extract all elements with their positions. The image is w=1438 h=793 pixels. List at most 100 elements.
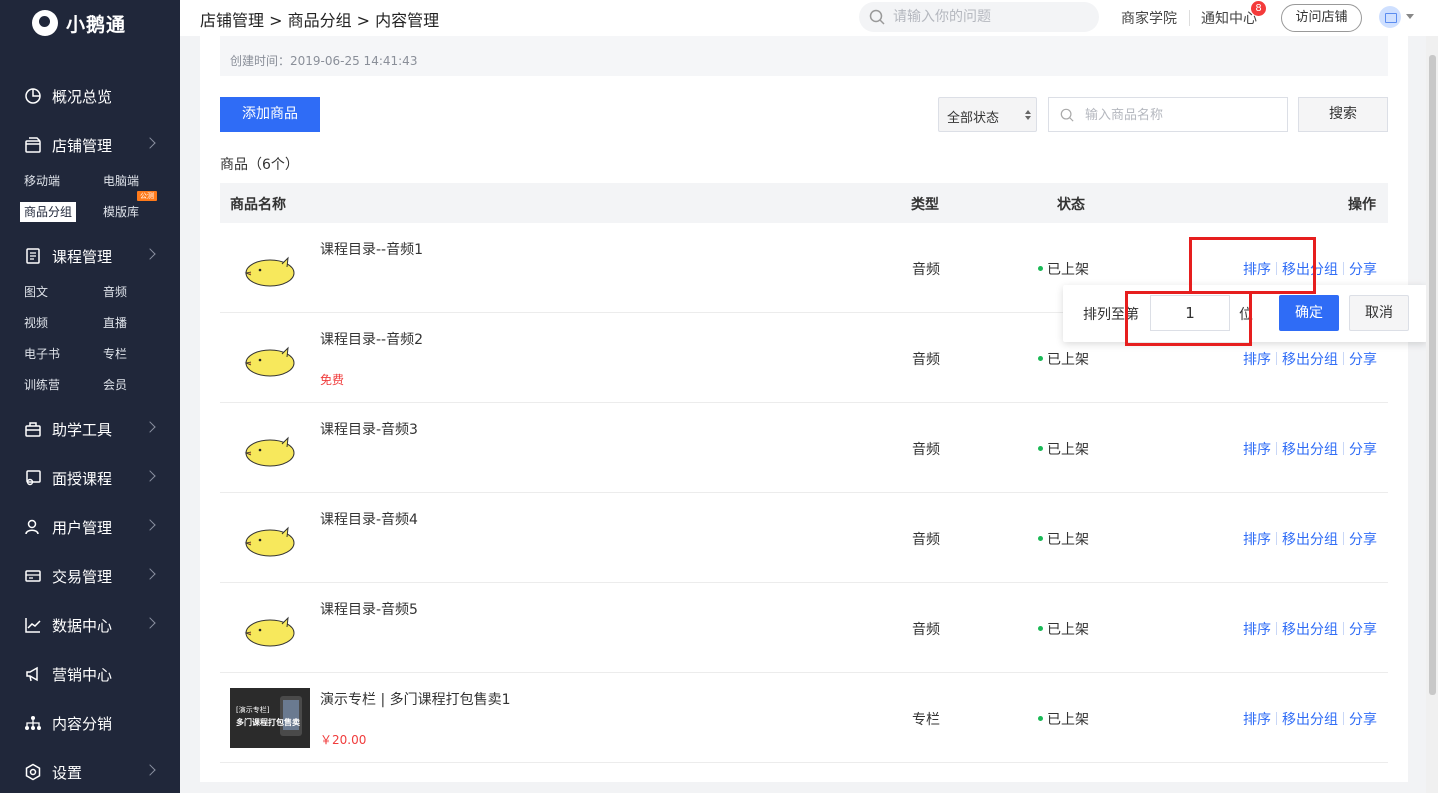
cancel-button[interactable]: 取消: [1349, 295, 1409, 331]
sidebar-item-overview[interactable]: 概况总览: [0, 81, 180, 111]
sort-link[interactable]: 排序: [1243, 532, 1271, 548]
sort-position-unit: 位: [1239, 307, 1253, 323]
share-link[interactable]: 分享: [1349, 532, 1377, 548]
move-out-group-link[interactable]: 移出分组: [1282, 622, 1338, 638]
chick-thumbnail[interactable]: [230, 238, 310, 298]
add-product-button[interactable]: 添加商品: [220, 97, 320, 132]
share-link[interactable]: 分享: [1349, 352, 1377, 368]
merchant-academy-link[interactable]: 商家学院: [1121, 8, 1177, 28]
table-row: 课程目录-音频4 音频 已上架 排序 移出分组 分享: [220, 493, 1388, 583]
sidebar-item-marketing[interactable]: 营销中心: [0, 659, 180, 689]
scrollbar-thumb[interactable]: [1429, 55, 1436, 695]
avatar[interactable]: [1379, 6, 1401, 28]
chick-thumbnail[interactable]: [230, 508, 310, 568]
sidebar-item-label: 概况总览: [52, 88, 113, 106]
sidebar-subitem[interactable]: 商品分组: [20, 202, 77, 222]
sort-link[interactable]: 排序: [1243, 262, 1271, 278]
product-name[interactable]: 演示专栏 | 多门课程打包售卖1: [320, 689, 511, 709]
sidebar-item-label: 设置: [52, 764, 83, 782]
search-button[interactable]: 搜索: [1298, 97, 1388, 132]
sidebar-subitem[interactable]: 音频: [103, 282, 127, 302]
move-out-group-link[interactable]: 移出分组: [1282, 532, 1338, 548]
chick-thumbnail[interactable]: [230, 598, 310, 658]
sidebar-item-tools[interactable]: 助学工具: [0, 414, 180, 444]
sidebar-item-course[interactable]: 课程管理: [0, 241, 180, 271]
chevron-right-icon: [144, 519, 156, 531]
product-type: 音频: [912, 352, 940, 368]
status-badge: 已上架: [1038, 349, 1089, 369]
notification-center-link[interactable]: 通知中心: [1201, 8, 1257, 28]
column-cover-image[interactable]: [演示专栏] 多门课程打包售卖: [230, 688, 310, 748]
sidebar-subitem[interactable]: 电子书: [24, 344, 60, 364]
sidebar-item-label: 面授课程: [52, 470, 113, 488]
chick-thumbnail[interactable]: [230, 418, 310, 478]
action-divider: [1343, 532, 1344, 545]
move-out-group-link[interactable]: 移出分组: [1282, 352, 1338, 368]
sort-link[interactable]: 排序: [1243, 352, 1271, 368]
product-count: 商品（6个）: [220, 157, 299, 173]
sidebar-item-offline-course[interactable]: 面授课程: [0, 463, 180, 493]
sidebar-item-distribution[interactable]: 内容分销: [0, 708, 180, 738]
chevron-right-icon: [144, 137, 156, 149]
sidebar-subitem[interactable]: 图文: [24, 282, 48, 302]
caret-down-icon[interactable]: [1406, 14, 1414, 19]
sidebar-subitem[interactable]: 专栏: [103, 344, 127, 364]
row-actions: 排序 移出分组 分享: [1243, 439, 1377, 459]
sidebar-subitem[interactable]: 电脑端: [103, 171, 139, 191]
action-divider: [1276, 262, 1277, 275]
search-icon: [869, 9, 885, 25]
sidebar-item-trade[interactable]: 交易管理: [0, 561, 180, 591]
chevron-right-icon: [144, 421, 156, 433]
product-type: 专栏: [912, 712, 940, 728]
logo[interactable]: 小鹅通: [32, 8, 126, 38]
product-type: 音频: [912, 262, 940, 278]
product-search-input[interactable]: [1085, 105, 1275, 125]
confirm-button[interactable]: 确定: [1279, 295, 1339, 331]
chick-thumbnail[interactable]: [230, 328, 310, 388]
move-out-group-link[interactable]: 移出分组: [1282, 442, 1338, 458]
action-divider: [1343, 622, 1344, 635]
sidebar-item-store[interactable]: 店铺管理: [0, 130, 180, 160]
share-link[interactable]: 分享: [1349, 442, 1377, 458]
sidebar-item-settings[interactable]: 设置: [0, 757, 180, 787]
sidebar-subitem[interactable]: 移动端: [24, 171, 60, 191]
sidebar-item-users[interactable]: 用户管理: [0, 512, 180, 542]
column-header-name: 商品名称: [230, 197, 286, 213]
status-badge: 已上架: [1038, 259, 1089, 279]
product-name[interactable]: 课程目录--音频1: [320, 239, 423, 259]
sidebar-subitem[interactable]: 模版库: [103, 202, 139, 222]
new-badge: 公测: [137, 191, 157, 201]
sidebar-item-label: 数据中心: [52, 617, 113, 635]
sidebar-item-data[interactable]: 数据中心: [0, 610, 180, 640]
sort-link[interactable]: 排序: [1243, 712, 1271, 728]
sidebar-item-label: 店铺管理: [52, 137, 113, 155]
help-search-input[interactable]: [893, 7, 1083, 27]
action-divider: [1276, 352, 1277, 365]
sidebar-subitem[interactable]: 直播: [103, 313, 127, 333]
move-out-group-link[interactable]: 移出分组: [1282, 262, 1338, 278]
product-type: 音频: [912, 442, 940, 458]
sidebar-item-label: 课程管理: [52, 248, 113, 266]
share-link[interactable]: 分享: [1349, 622, 1377, 638]
sidebar-subitem[interactable]: 会员: [103, 375, 127, 395]
product-name[interactable]: 课程目录-音频3: [320, 419, 418, 439]
visit-store-button[interactable]: 访问店铺: [1281, 4, 1362, 32]
product-name[interactable]: 课程目录-音频5: [320, 599, 418, 619]
sidebar-subitem[interactable]: 训练营: [24, 375, 60, 395]
group-info-bar: 创建时间：2019-06-25 14:41:43: [220, 36, 1388, 76]
sort-link[interactable]: 排序: [1243, 442, 1271, 458]
share-link[interactable]: 分享: [1349, 712, 1377, 728]
product-name[interactable]: 课程目录--音频2: [320, 329, 423, 349]
product-search-field[interactable]: [1048, 97, 1288, 132]
share-link[interactable]: 分享: [1349, 262, 1377, 278]
table-row: [演示专栏] 多门课程打包售卖 演示专栏 | 多门课程打包售卖1 ￥20.00 专栏 已上…: [220, 673, 1388, 763]
move-out-group-link[interactable]: 移出分组: [1282, 712, 1338, 728]
product-name[interactable]: 课程目录-音频4: [320, 509, 418, 529]
sidebar-item-label: 营销中心: [52, 666, 113, 684]
table-row: 课程目录-音频3 音频 已上架 排序 移出分组 分享: [220, 403, 1388, 493]
help-search[interactable]: [859, 2, 1099, 32]
sort-position-input[interactable]: [1150, 295, 1230, 331]
status-filter-select[interactable]: 全部状态: [938, 97, 1037, 132]
sidebar-subitem[interactable]: 视频: [24, 313, 48, 333]
sort-link[interactable]: 排序: [1243, 622, 1271, 638]
